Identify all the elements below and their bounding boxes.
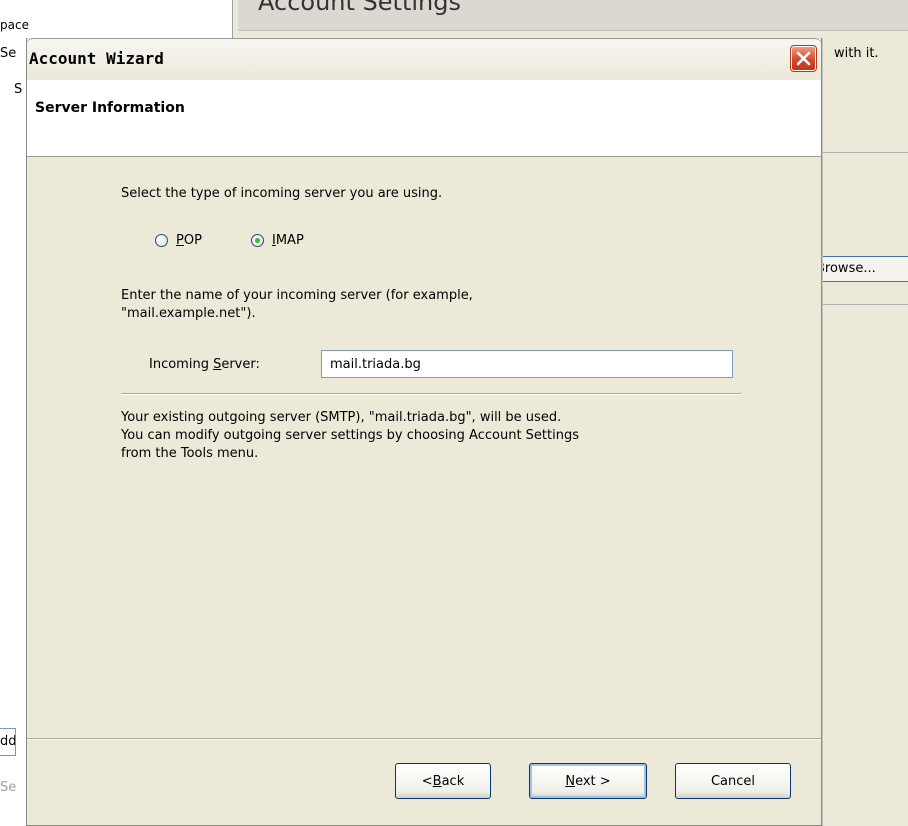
next-button[interactable]: Next > bbox=[529, 763, 647, 799]
incoming-server-label: Incoming Server: bbox=[149, 357, 260, 372]
info-line-1: Your existing outgoing server (SMTP), "m… bbox=[121, 410, 562, 425]
server-name-prompt-line-1: Enter the name of your incoming server (… bbox=[121, 288, 473, 303]
pop-radio-circle[interactable] bbox=[155, 234, 168, 247]
server-name-prompt-line-2: "mail.example.net"). bbox=[121, 306, 256, 321]
imap-radio-label: IMAP bbox=[272, 233, 304, 248]
background-left-button[interactable]: dd bbox=[0, 728, 16, 756]
pop-radio[interactable]: POP bbox=[155, 233, 202, 248]
footer-separator bbox=[27, 738, 821, 740]
background-right-text: with it. bbox=[834, 46, 879, 61]
info-line-3: from the Tools menu. bbox=[121, 446, 259, 461]
radio-selected-dot bbox=[255, 238, 260, 243]
dialog-titlebar[interactable]: Account Wizard bbox=[27, 38, 821, 80]
incoming-server-input[interactable] bbox=[321, 350, 733, 378]
cancel-button[interactable]: Cancel bbox=[675, 763, 791, 799]
server-type-prompt: Select the type of incoming server you a… bbox=[121, 186, 443, 201]
bg-left-text-2: Se bbox=[0, 46, 17, 61]
background-heading: Account Settings bbox=[258, 0, 461, 16]
close-button[interactable] bbox=[790, 45, 817, 72]
back-button[interactable]: < Back bbox=[395, 763, 491, 799]
close-icon bbox=[796, 51, 811, 66]
account-wizard-dialog: Account Wizard Server Information Select… bbox=[26, 38, 822, 826]
background-heading-bar: Account Settings bbox=[238, 0, 908, 31]
background-left-gray-text: Se bbox=[0, 780, 17, 795]
bg-left-text-3: S bbox=[14, 82, 23, 97]
imap-radio-circle[interactable] bbox=[251, 234, 264, 247]
background-divider-line bbox=[822, 152, 908, 153]
bg-left-text-1: pace bbox=[0, 18, 29, 32]
imap-radio[interactable]: IMAP bbox=[251, 233, 304, 248]
wizard-header: Server Information bbox=[27, 80, 821, 157]
pop-radio-label: POP bbox=[176, 233, 202, 248]
content-separator bbox=[121, 393, 741, 395]
dialog-title: Account Wizard bbox=[29, 49, 164, 68]
background-browse-button[interactable]: Browse... bbox=[822, 256, 908, 282]
info-line-2: You can modify outgoing server settings … bbox=[121, 428, 579, 443]
browse-label: Browse... bbox=[823, 261, 876, 276]
background-divider-line-2 bbox=[822, 304, 908, 305]
page-title: Server Information bbox=[35, 100, 185, 116]
background-left-button-label: dd bbox=[0, 734, 16, 749]
